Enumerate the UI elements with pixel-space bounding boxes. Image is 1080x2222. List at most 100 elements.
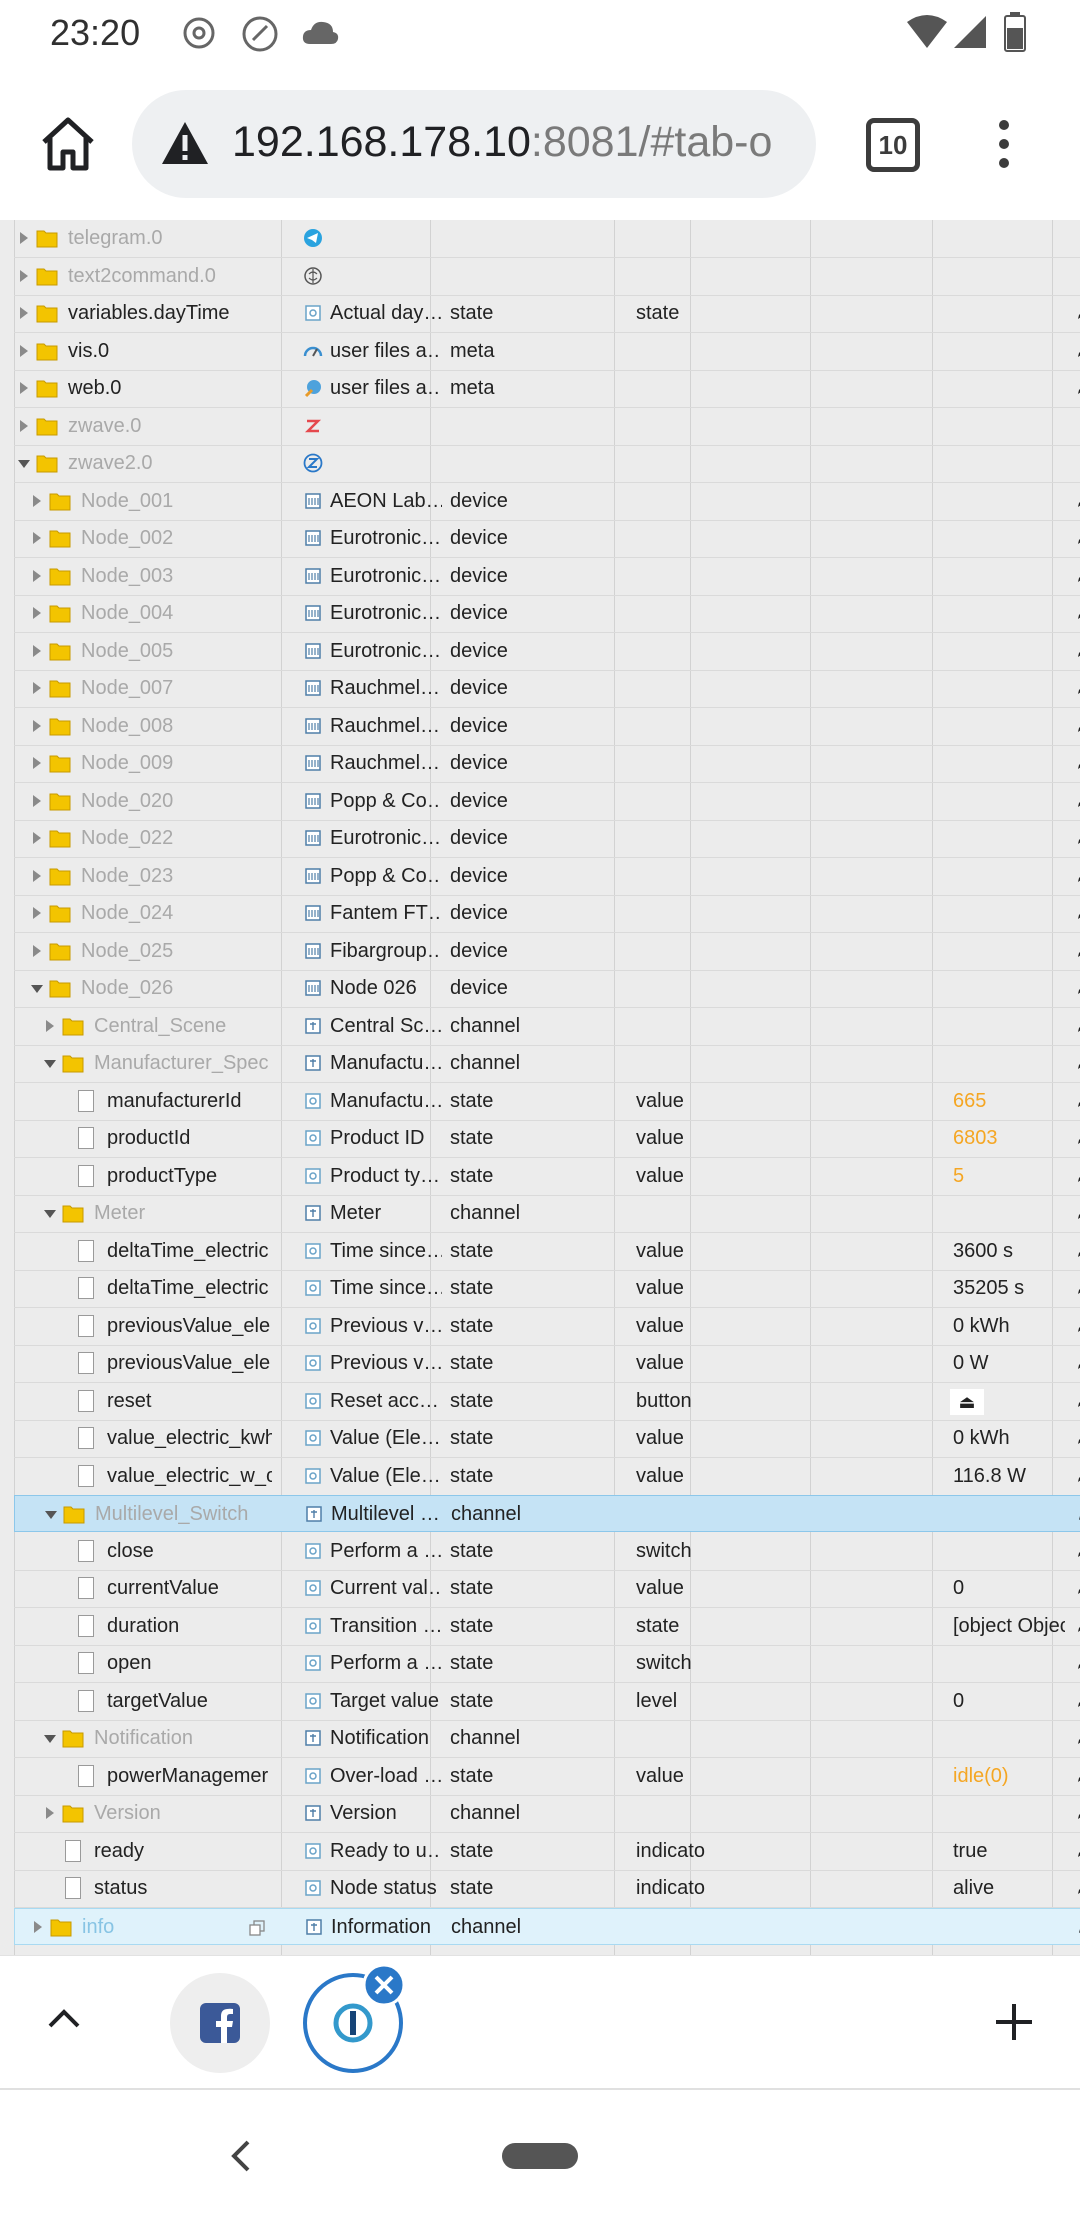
edit-pencil-icon[interactable] [1076, 718, 1080, 734]
tree-row[interactable]: value_electric_kwh Value (Ele… state value 0… [14, 1420, 1080, 1458]
tree-row[interactable]: info Information channel [14, 1907, 1080, 1945]
tree-row[interactable]: Node_008 Rauchmel… device [14, 708, 1080, 746]
expand-toggle-icon[interactable] [33, 907, 41, 919]
tree-row[interactable]: Node_001 AEON Lab… device [14, 483, 1080, 521]
plus-icon[interactable] [994, 2002, 1034, 2042]
tree-row[interactable]: Node_024 Fantem FT… device [14, 895, 1080, 933]
edit-pencil-icon[interactable] [1076, 1693, 1080, 1709]
edit-pencil-icon[interactable] [1076, 1543, 1080, 1559]
expand-toggle-icon[interactable] [46, 1019, 54, 1032]
expand-toggle-icon[interactable] [33, 719, 41, 732]
edit-pencil-icon[interactable] [1076, 343, 1080, 359]
expand-toggle-icon[interactable] [46, 1807, 54, 1819]
expand-toggle-icon[interactable] [33, 832, 41, 844]
tree-row[interactable]: Manufacturer_Spec Manufactu… channel [14, 1045, 1080, 1083]
expand-toggle-icon[interactable] [33, 644, 41, 657]
collapse-toggle-icon[interactable] [44, 1735, 56, 1743]
edit-pencil-icon[interactable] [1076, 1130, 1080, 1146]
edit-pencil-icon[interactable] [1076, 943, 1080, 959]
tree-row[interactable]: previousValue_ele Previous v… state value 0 … [14, 1345, 1080, 1383]
collapse-toggle-icon[interactable] [18, 460, 30, 468]
edit-pencil-icon[interactable] [1076, 1205, 1080, 1221]
tree-row[interactable]: manufacturerId Manufactu… state value 665 [14, 1083, 1080, 1121]
edit-pencil-icon[interactable] [1076, 1318, 1080, 1334]
more-vert-icon[interactable] [994, 118, 1014, 170]
tree-row[interactable]: powerManagemer Over-load … state value idle(… [14, 1758, 1080, 1796]
tree-row[interactable]: deltaTime_electric Time since… state value 3… [14, 1233, 1080, 1271]
tab-switcher-button[interactable]: 10 [866, 118, 920, 172]
expand-toggle-icon[interactable] [33, 682, 41, 694]
tree-row[interactable]: Node_004 Eurotronic… device [14, 595, 1080, 633]
collapse-toggle-icon[interactable] [31, 985, 43, 993]
edit-pencil-icon[interactable] [1076, 1355, 1080, 1371]
tree-row[interactable]: Node_009 Rauchmel… device [14, 745, 1080, 783]
edit-pencil-icon[interactable] [1076, 1580, 1080, 1596]
tree-row[interactable]: vis.0 user files a… meta [14, 333, 1080, 371]
tree-row[interactable]: deltaTime_electric Time since… state value 3… [14, 1270, 1080, 1308]
tree-row[interactable]: zwave2.0 [14, 445, 1080, 483]
edit-pencil-icon[interactable] [1076, 568, 1080, 584]
tree-row[interactable]: telegram.0 [14, 220, 1080, 258]
push-button[interactable]: ⏏ [950, 1388, 984, 1415]
edit-pencil-icon[interactable] [1076, 1280, 1080, 1296]
tree-row[interactable]: value_electric_w_c Value (Ele… state value 1… [14, 1458, 1080, 1496]
tree-row[interactable]: Node_022 Eurotronic… device [14, 820, 1080, 858]
tree-row[interactable]: Multilevel_Switch Multilevel … channel [14, 1495, 1080, 1532]
edit-pencil-icon[interactable] [1076, 1805, 1080, 1821]
expand-toggle-icon[interactable] [34, 1920, 42, 1933]
expand-toggle-icon[interactable] [33, 532, 41, 544]
home-icon[interactable] [36, 112, 100, 176]
edit-pencil-icon[interactable] [1076, 1655, 1080, 1671]
expand-toggle-icon[interactable] [33, 869, 41, 882]
edit-pencil-icon[interactable] [1076, 1468, 1080, 1484]
expand-toggle-icon[interactable] [20, 344, 28, 357]
edit-pencil-icon[interactable] [1076, 1243, 1080, 1259]
home-pill[interactable] [502, 2143, 578, 2169]
edit-pencil-icon[interactable] [1076, 793, 1080, 809]
edit-pencil-icon[interactable] [1076, 1618, 1080, 1634]
tree-row[interactable]: Node_005 Eurotronic… device [14, 633, 1080, 671]
edit-pencil-icon[interactable] [1076, 1018, 1080, 1034]
expand-toggle-icon[interactable] [33, 494, 41, 507]
edit-pencil-icon[interactable] [1076, 1055, 1080, 1071]
edit-pencil-icon[interactable] [1076, 830, 1080, 846]
edit-pencil-icon[interactable] [1076, 868, 1080, 884]
edit-pencil-icon[interactable] [1076, 1093, 1080, 1109]
edit-pencil-icon[interactable] [1076, 530, 1080, 546]
tree-row[interactable]: Central_Scene Central Sc… channel [14, 1008, 1080, 1046]
collapse-toggle-icon[interactable] [45, 1511, 57, 1519]
expand-toggle-icon[interactable] [33, 569, 41, 582]
tree-row[interactable]: Node_007 Rauchmel… device [14, 670, 1080, 708]
tree-row[interactable]: Node_025 Fibargroup… device [14, 933, 1080, 971]
expand-toggle-icon[interactable] [20, 269, 28, 282]
tree-row[interactable]: reset Reset acc… state button ⏏ [14, 1383, 1080, 1421]
expand-toggle-icon[interactable] [33, 794, 41, 807]
facebook-tab[interactable] [170, 1973, 270, 2073]
edit-pencil-icon[interactable] [1076, 980, 1080, 996]
expand-toggle-icon[interactable] [33, 607, 41, 619]
tree-row[interactable]: currentValue Current val… state value 0 [14, 1570, 1080, 1608]
tree-row[interactable]: open Perform a … state switch [14, 1645, 1080, 1683]
tree-row[interactable]: Notification Notification channel [14, 1720, 1080, 1758]
url-text[interactable]: 192.168.178.10:8081/#tab-o [232, 118, 792, 167]
edit-pencil-icon[interactable] [1076, 493, 1080, 509]
tree-row[interactable]: web.0 user files a… meta [14, 370, 1080, 408]
expand-toggle-icon[interactable] [20, 419, 28, 432]
expand-toggle-icon[interactable] [33, 757, 41, 769]
expand-toggle-icon[interactable] [20, 307, 28, 319]
warning-icon[interactable] [160, 120, 210, 166]
edit-pencil-icon[interactable] [1076, 905, 1080, 921]
tree-row[interactable]: Node_002 Eurotronic… device [14, 520, 1080, 558]
tree-row[interactable]: ready Ready to u… state indicato true [14, 1833, 1080, 1871]
tree-row[interactable]: text2command.0 [14, 258, 1080, 296]
tree-row[interactable]: Node_026 Node 026 device [14, 970, 1080, 1008]
tree-row[interactable]: duration Transition … state state [object Ob… [14, 1608, 1080, 1646]
tree-row[interactable]: previousValue_ele Previous v… state value 0 … [14, 1308, 1080, 1346]
tree-row[interactable]: zwave.0 [14, 408, 1080, 446]
edit-pencil-icon[interactable] [1076, 1768, 1080, 1784]
edit-pencil-icon[interactable] [1076, 1730, 1080, 1746]
expand-toggle-icon[interactable] [33, 944, 41, 957]
edit-pencil-icon[interactable] [1076, 680, 1080, 696]
tree-row[interactable]: Version Version channel [14, 1795, 1080, 1833]
tree-row[interactable]: Meter Meter channel [14, 1195, 1080, 1233]
